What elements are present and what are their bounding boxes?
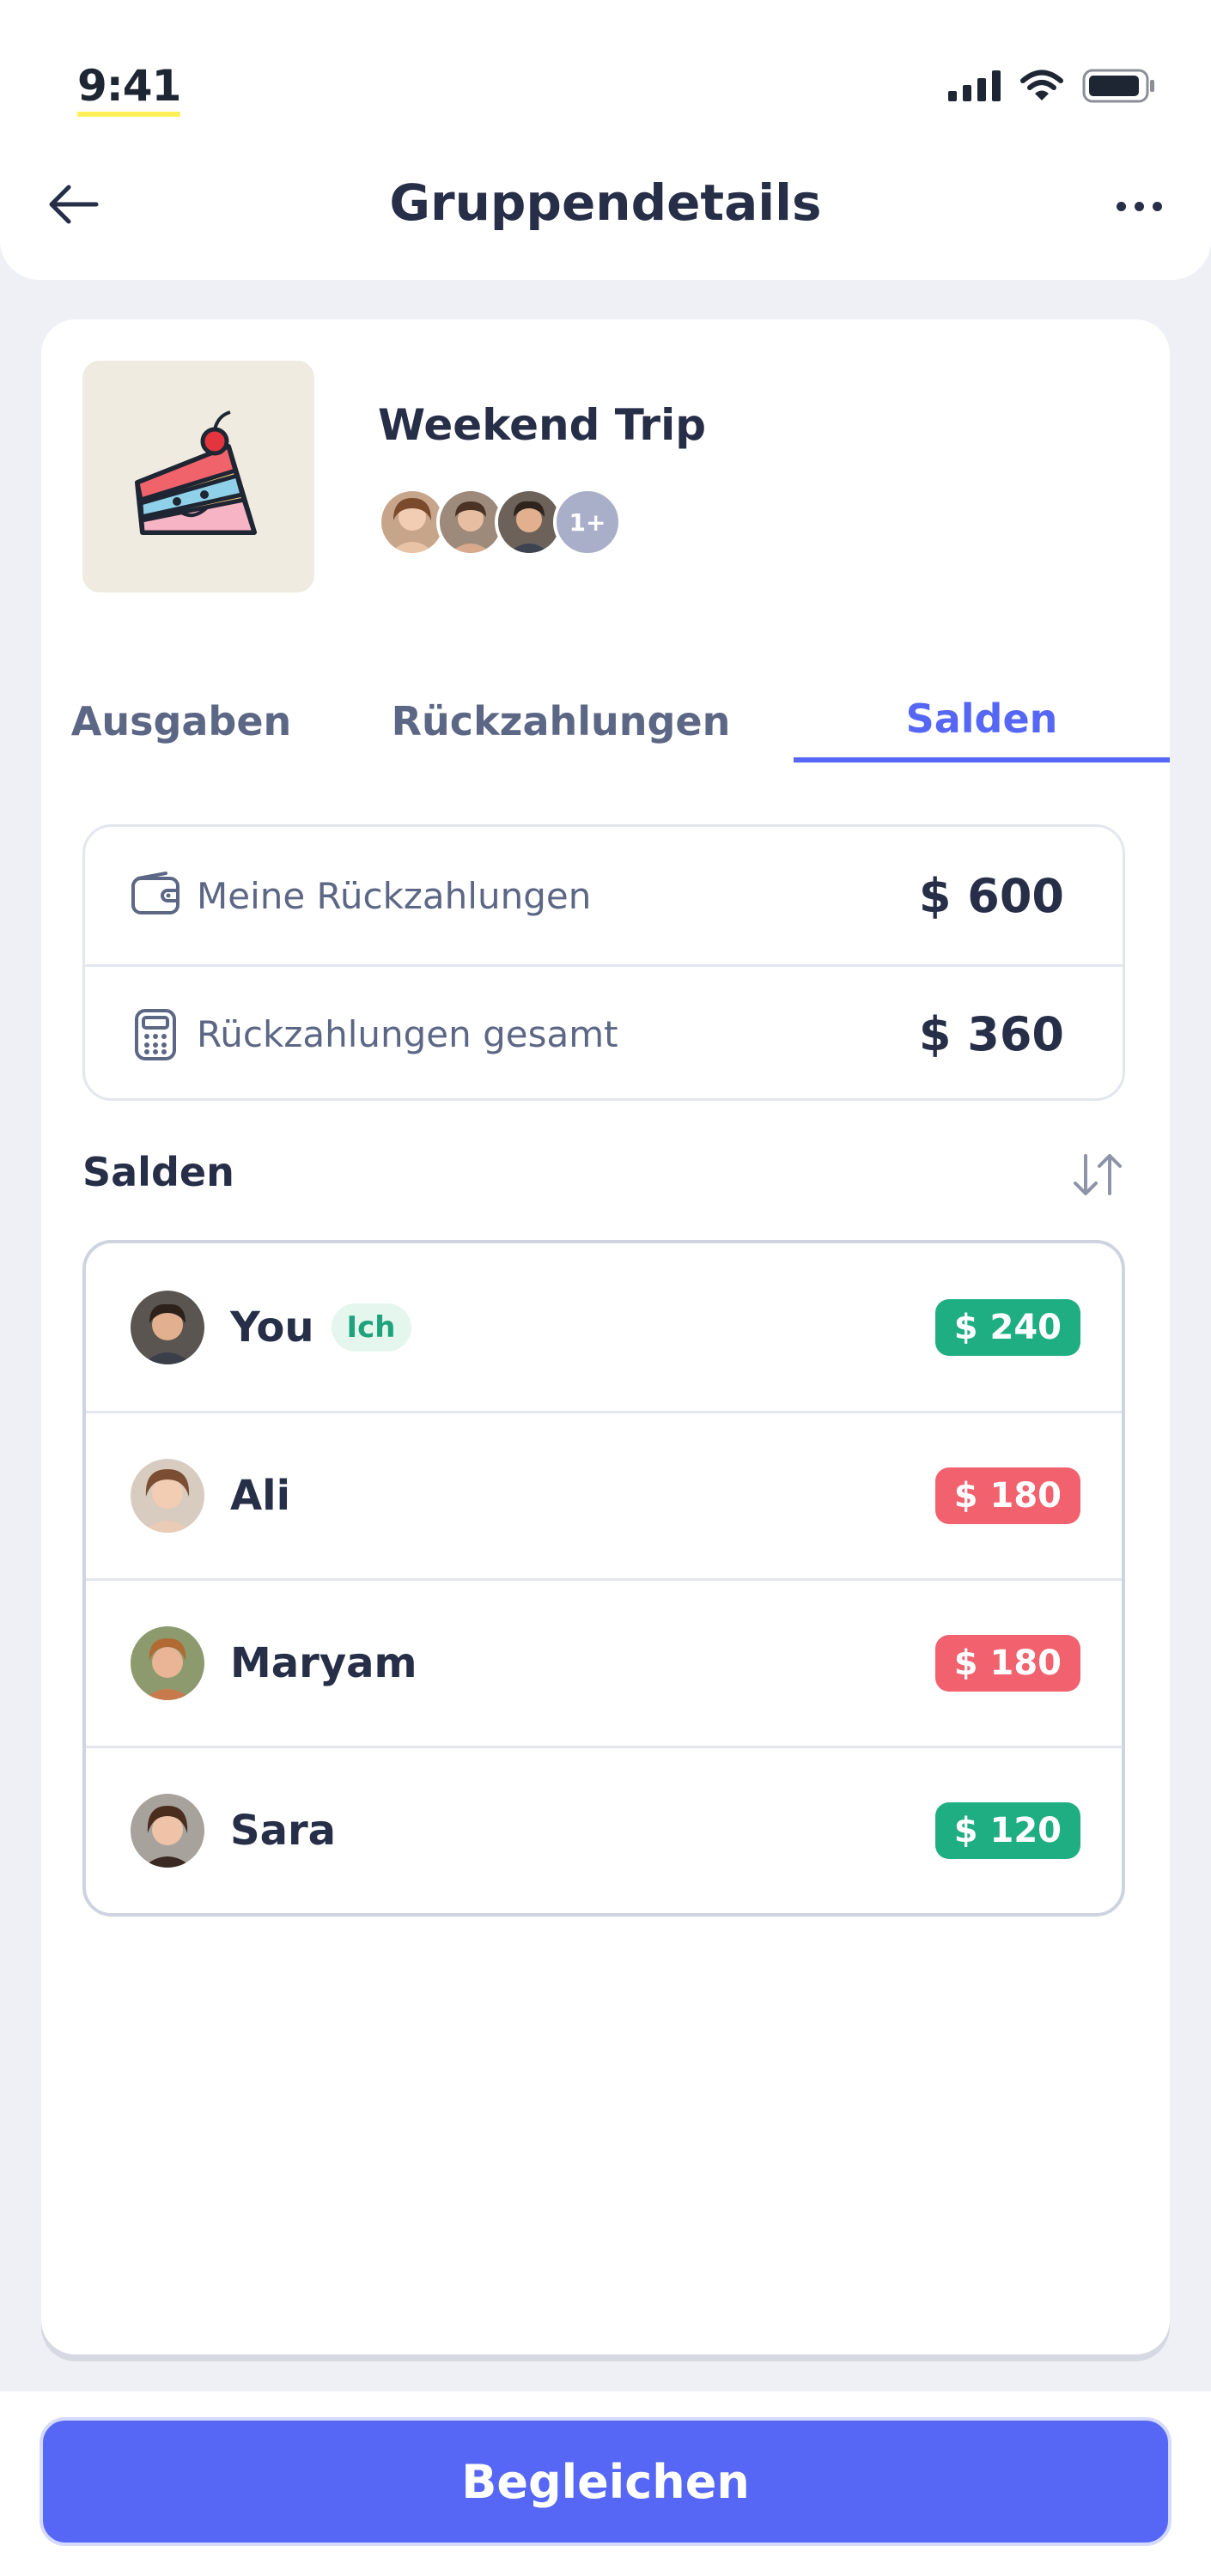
balance-row[interactable]: Ali $ 180 [86,1411,1122,1578]
balance-row[interactable]: Maryam $ 180 [86,1578,1122,1746]
summary-value: $ 600 [918,868,1064,923]
wallet-icon [131,872,180,914]
balances-title: Salden [82,1149,234,1195]
summary-row-total-repayments: Rückzahlungen gesamt $ 360 [85,964,1123,1098]
avatar [131,1794,204,1868]
avatar [131,1626,204,1700]
balance-amount: $ 180 [934,1635,1080,1692]
more-members-badge: 1+ [553,488,622,556]
me-badge: Ich [331,1303,411,1352]
tab-repayments[interactable]: Rückzahlungen [392,680,731,762]
summary-box: Meine Rückzahlungen $ 600 Rückzahlungen … [82,824,1125,1101]
summary-label: Meine Rückzahlungen [197,874,592,917]
footer: Begleichen [0,2391,1211,2576]
group-name: Weekend Trip [378,400,707,450]
balance-row[interactable]: Sara $ 120 [86,1746,1122,1913]
member-name: Ali [230,1472,291,1520]
member-name: You [230,1303,314,1352]
member-name: Sara [230,1807,337,1855]
balance-row[interactable]: You Ich $ 240 [86,1243,1122,1411]
battery-icon [1082,69,1154,103]
balance-amount: $ 240 [934,1298,1080,1356]
page-title: Gruppendetails [389,173,822,232]
avatar [131,1290,204,1364]
balances-list: You Ich $ 240 Ali $ 180 Maryam $ 180 Sar… [82,1240,1125,1917]
balance-amount: $ 120 [934,1802,1080,1859]
settle-button[interactable]: Begleichen [40,2417,1171,2546]
tab-bar: Ausgaben Rückzahlungen Salden [41,680,1170,762]
avatar [131,1459,204,1533]
summary-label: Rückzahlungen gesamt [197,1013,618,1055]
group-card: Weekend Trip 1+ Ausgaben Rückzahlungen S… [41,319,1170,2354]
member-avatars[interactable]: 1+ [378,488,622,556]
tab-balances[interactable]: Salden [794,680,1170,762]
member-name: Maryam [230,1639,417,1687]
summary-row-my-repayments: Meine Rückzahlungen $ 600 [85,827,1123,964]
cake-icon [135,410,257,535]
tab-expenses[interactable]: Ausgaben [71,680,292,762]
more-options-icon[interactable] [1105,187,1173,225]
sort-icon[interactable] [1070,1149,1125,1200]
wifi-icon [1020,70,1063,100]
calculator-icon [135,1008,176,1060]
group-image [82,361,314,592]
status-icons [948,69,1156,103]
header: 9:41 Gruppendetails [0,0,1211,280]
signal-icon [948,70,1001,101]
status-time: 9:41 [77,60,181,117]
balance-amount: $ 180 [934,1467,1080,1524]
summary-value: $ 360 [918,1007,1064,1061]
